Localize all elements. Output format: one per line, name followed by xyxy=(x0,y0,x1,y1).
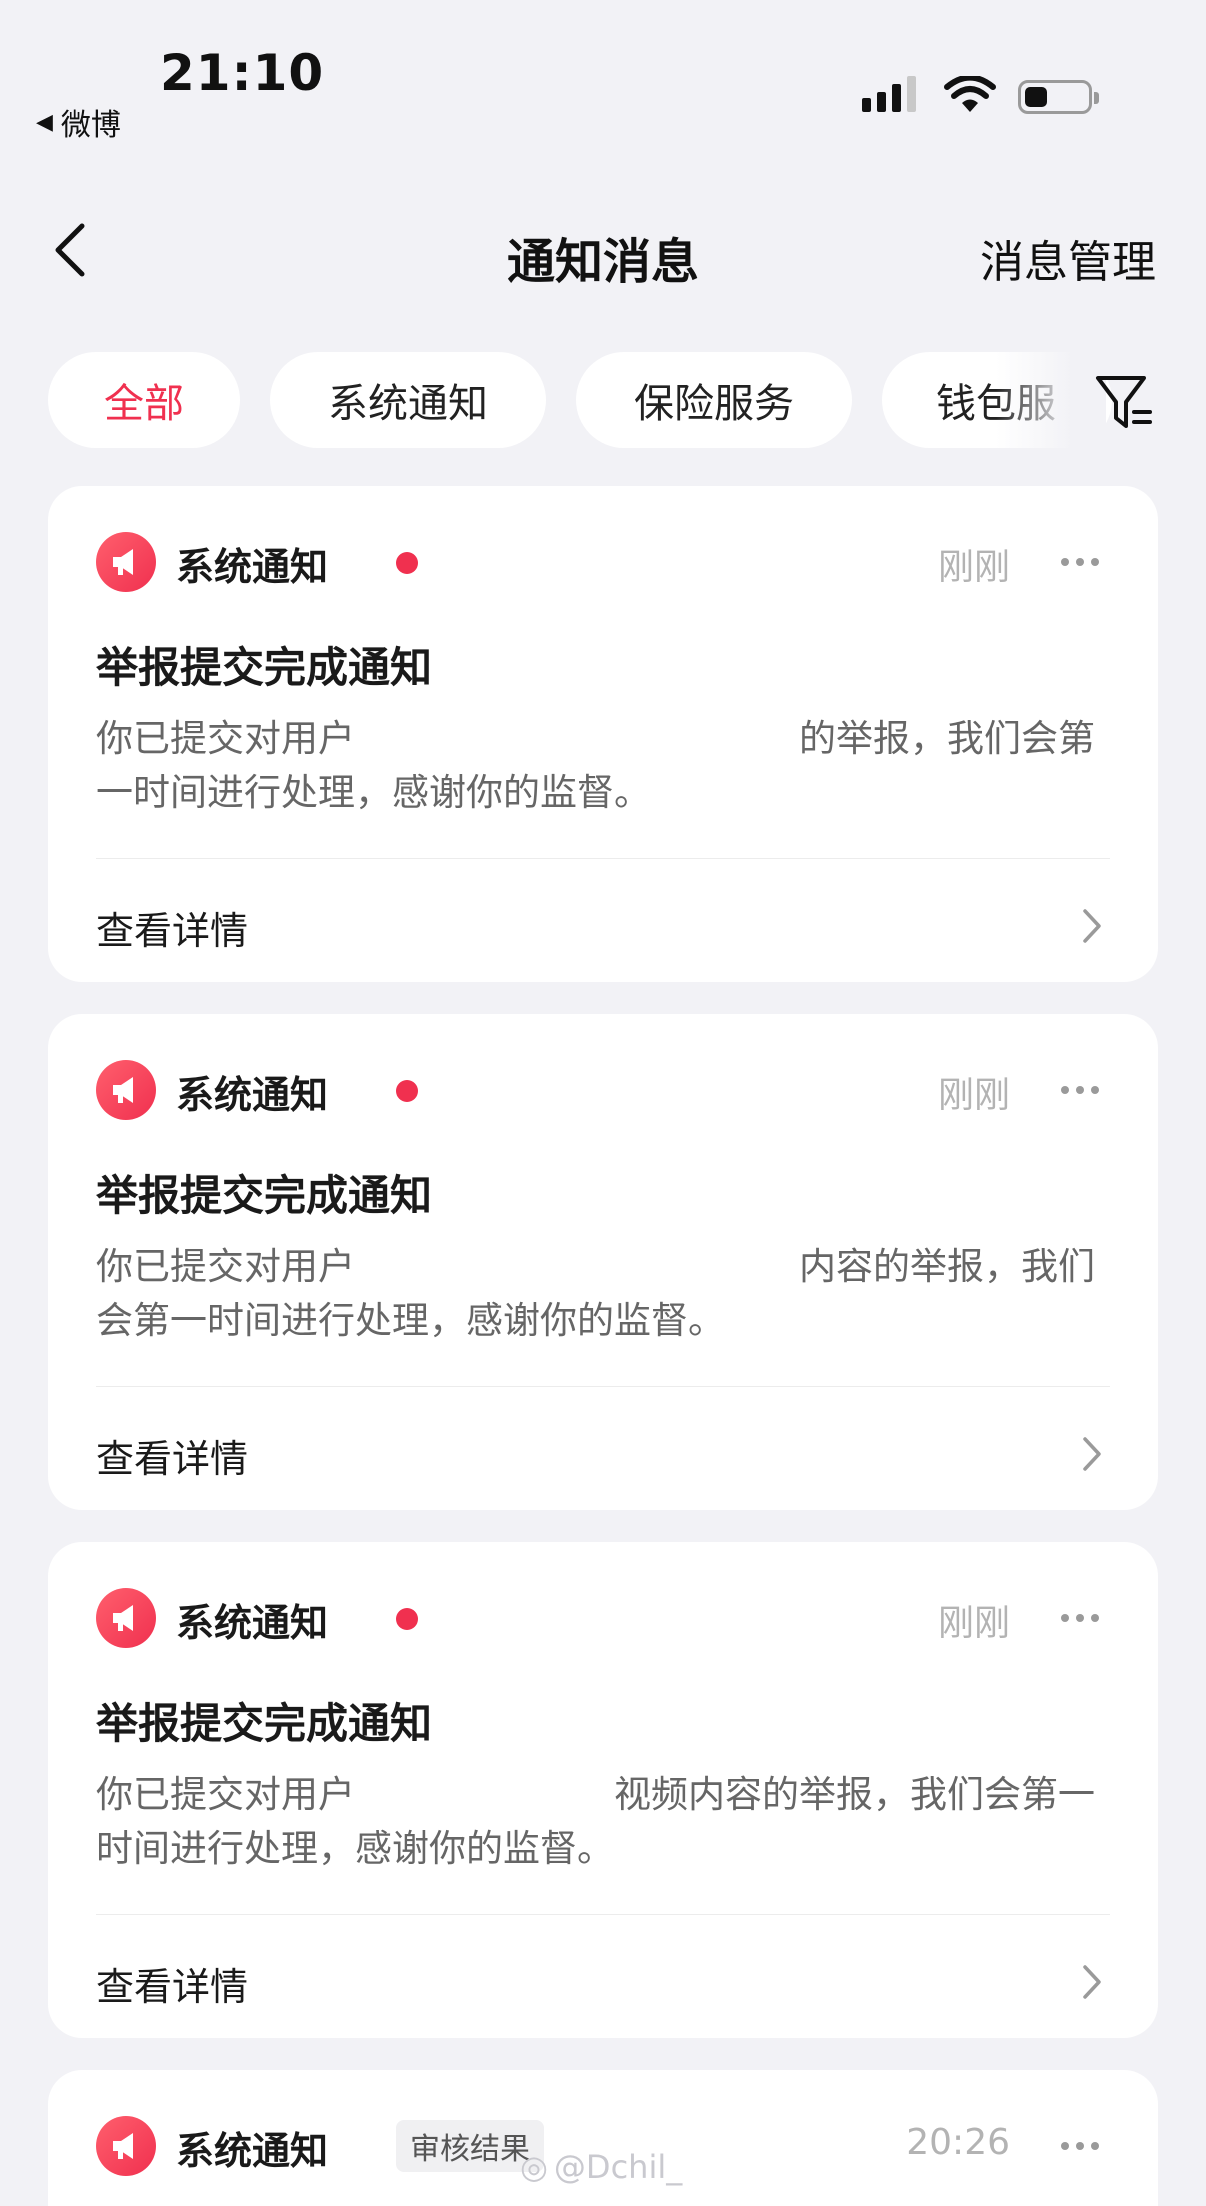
megaphone-icon xyxy=(96,2116,156,2176)
notification-source: 系统通知 xyxy=(176,1073,329,1117)
more-options-button[interactable] xyxy=(1050,2116,1110,2176)
notification-time: 刚刚 xyxy=(937,1603,1010,1644)
notification-card[interactable]: 系统通知 刚刚 举报提交完成通知 你已提交对用户 的举报，我们会第一时间进行处理… xyxy=(48,486,1158,982)
notification-title: 举报提交完成通知 xyxy=(96,1699,433,1748)
divider xyxy=(96,1386,1110,1387)
view-details-row[interactable]: 查看详情 xyxy=(96,1942,1110,2022)
watermark-text: @Dchil_ xyxy=(553,2148,683,2186)
tab-system-notice[interactable]: 系统通知 xyxy=(270,352,546,448)
card-header: 系统通知 刚刚 xyxy=(96,1060,1110,1120)
notification-time: 刚刚 xyxy=(937,1075,1010,1116)
megaphone-icon xyxy=(96,532,156,592)
notification-body: 你已提交对用户 视频内容的举报，我们会第一时间进行处理，感谢你的监督。 xyxy=(96,1773,1095,1870)
notification-card[interactable]: 系统通知 刚刚 举报提交完成通知 你已提交对用户 视频内容的举报，我们会第一时间… xyxy=(48,1542,1158,2038)
cellular-signal-icon xyxy=(862,76,916,112)
unread-dot xyxy=(396,1608,418,1630)
nav-bar: 通知消息 消息管理 xyxy=(0,190,1206,310)
notification-source: 系统通知 xyxy=(176,545,329,589)
tabs-fade xyxy=(996,352,1106,452)
filter-icon[interactable] xyxy=(1094,372,1154,432)
notification-body: 你已提交对用户 的举报，我们会第一时间进行处理，感谢你的监督。 xyxy=(96,717,1095,814)
notification-title: 举报提交完成通知 xyxy=(96,1171,433,1220)
back-to-app-button[interactable]: ◀ 微博 xyxy=(36,100,121,144)
view-details-row[interactable]: 查看详情 xyxy=(96,1414,1110,1494)
chevron-right-icon xyxy=(1083,1965,1101,1999)
more-options-button[interactable] xyxy=(1050,1588,1110,1648)
divider xyxy=(96,1914,1110,1915)
notification-source: 系统通知 xyxy=(176,1601,329,1645)
tab-all[interactable]: 全部 xyxy=(48,352,240,448)
unread-dot xyxy=(396,1080,418,1102)
battery-icon xyxy=(1018,80,1099,114)
notification-card[interactable]: 系统通知 刚刚 举报提交完成通知 你已提交对用户 内容的举报，我们会第一时间进行… xyxy=(48,1014,1158,1510)
divider xyxy=(96,858,1110,859)
card-header: 系统通知 刚刚 xyxy=(96,1588,1110,1648)
back-triangle-icon: ◀ xyxy=(36,109,53,135)
view-details-label: 查看详情 xyxy=(96,1965,249,2009)
category-tabs: 全部 系统通知 保险服务 钱包服 xyxy=(0,352,1206,452)
unread-dot xyxy=(396,552,418,574)
more-options-button[interactable] xyxy=(1050,1060,1110,1120)
notification-body: 你已提交对用户 内容的举报，我们会第一时间进行处理，感谢你的监督。 xyxy=(96,1245,1095,1342)
chevron-right-icon xyxy=(1083,909,1101,943)
notification-time: 刚刚 xyxy=(937,547,1010,588)
megaphone-icon xyxy=(96,1060,156,1120)
notification-title: 举报提交完成通知 xyxy=(96,643,433,692)
message-management-button[interactable]: 消息管理 xyxy=(980,226,1156,290)
megaphone-icon xyxy=(96,1588,156,1648)
view-details-label: 查看详情 xyxy=(96,909,249,953)
status-bar: 21:10 ◀ 微博 xyxy=(0,0,1206,150)
tab-insurance-service[interactable]: 保险服务 xyxy=(576,352,852,448)
view-details-label: 查看详情 xyxy=(96,1437,249,1481)
notification-time: 20:26 xyxy=(906,2122,1010,2163)
weibo-logo-icon: ◎ xyxy=(520,2148,548,2186)
more-options-button[interactable] xyxy=(1050,532,1110,592)
back-app-label: 微博 xyxy=(60,108,121,143)
card-header: 系统通知 刚刚 xyxy=(96,532,1110,592)
wifi-icon xyxy=(944,76,996,112)
watermark: ◎ @Dchil_ xyxy=(520,2148,682,2186)
view-details-row[interactable]: 查看详情 xyxy=(96,886,1110,966)
chevron-right-icon xyxy=(1083,1437,1101,1471)
status-time: 21:10 xyxy=(160,44,325,102)
notification-source: 系统通知 xyxy=(176,2129,329,2173)
